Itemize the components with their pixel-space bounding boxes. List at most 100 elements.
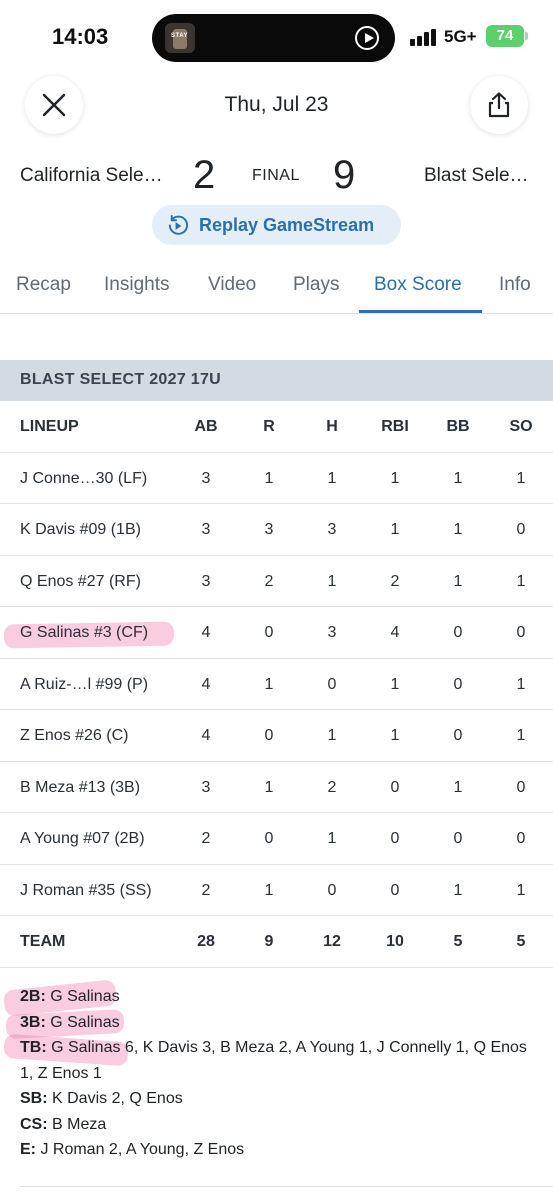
note-label: SB: — [20, 1090, 48, 1107]
replay-icon — [168, 214, 189, 235]
column-header: H — [326, 418, 338, 435]
stat-cell: 1 — [264, 469, 274, 487]
stat-cell: 0 — [453, 675, 463, 693]
stat-cell: 4 — [201, 727, 211, 744]
stat-cell: 0 — [327, 675, 337, 693]
stat-cell: 1 — [453, 469, 463, 487]
note-text: K Davis 2, Q Enos — [47, 1090, 183, 1107]
stat-cell: 0 — [516, 778, 526, 796]
away-team-score: 9 — [333, 153, 356, 197]
share-button[interactable] — [470, 76, 528, 134]
replay-gamestream-label: Replay GameStream — [199, 215, 375, 235]
table-row[interactable]: K Davis #09 (1B) 3 3 3 1 1 0 — [0, 504, 553, 556]
battery-icon: 74 — [486, 25, 528, 47]
dynamic-island[interactable]: STAY — [152, 14, 395, 62]
stat-cell: 1 — [264, 881, 274, 899]
player-name: J Roman #35 (SS) — [20, 881, 152, 899]
stat-cell: 1 — [453, 778, 463, 796]
team-section-title: BLAST SELECT 2027 17U — [20, 371, 222, 388]
note-errors: E: J Roman 2, A Young, Z Enos — [20, 1137, 540, 1163]
note-label: CS: — [20, 1115, 48, 1133]
game-status: FINAL — [252, 167, 300, 184]
stat-cell: 9 — [264, 933, 274, 950]
note-label: E: — [20, 1141, 36, 1158]
stat-cell: 1 — [390, 675, 400, 693]
stat-cell: 2 — [327, 778, 337, 796]
stat-cell: 4 — [201, 624, 211, 641]
stat-cell: 0 — [264, 727, 274, 744]
table-row[interactable]: Q Enos #27 (RF) 3 2 1 2 1 1 — [0, 556, 553, 607]
table-row[interactable]: G Salinas #3 (CF) 4 0 3 4 0 0 — [0, 607, 553, 659]
stat-cell: 4 — [201, 675, 211, 693]
stat-cell: 1 — [516, 881, 526, 899]
stat-cell: 5 — [453, 933, 463, 950]
stat-cell: 3 — [201, 469, 211, 487]
tab-insights[interactable]: Insights — [104, 274, 169, 296]
stat-cell: 1 — [390, 521, 400, 538]
column-header: R — [263, 418, 275, 435]
tab-divider — [0, 313, 553, 314]
team-totals-label: TEAM — [20, 933, 66, 950]
play-icon[interactable] — [355, 26, 379, 50]
table-row[interactable]: J Roman #35 (SS) 2 1 0 0 1 1 — [0, 865, 553, 916]
stat-cell: 1 — [516, 572, 526, 590]
tab-recap[interactable]: Recap — [16, 274, 71, 296]
home-team-score: 2 — [193, 153, 216, 197]
stat-cell: 28 — [197, 933, 215, 950]
team-section-header: BLAST SELECT 2027 17U — [0, 360, 553, 401]
table-row[interactable]: Z Enos #26 (C) 4 0 1 1 0 1 — [0, 710, 553, 762]
team-totals-row: TEAM 28 9 12 10 5 5 — [0, 916, 553, 968]
replay-gamestream-button[interactable]: Replay GameStream — [152, 205, 401, 245]
note-text: G Salinas — [45, 988, 120, 1005]
player-name: Q Enos #27 (RF) — [20, 572, 141, 590]
stat-cell: 1 — [390, 727, 400, 744]
stat-cell: 0 — [264, 624, 274, 641]
status-bar: 14:03 STAY 5G+ 74 — [0, 0, 553, 76]
divider — [20, 1186, 553, 1187]
note-total-bases: TB: G Salinas 6, K Davis 3, B Meza 2, A … — [20, 1035, 540, 1086]
player-name: J Conne…30 (LF) — [20, 469, 148, 487]
stat-cell: 3 — [264, 521, 274, 538]
stat-cell: 4 — [390, 624, 400, 641]
column-header: BB — [446, 418, 470, 435]
column-header: RBI — [381, 418, 409, 435]
stat-cell: 3 — [201, 572, 211, 590]
note-text: B Meza — [47, 1115, 107, 1133]
player-name: A Ruiz-…l #99 (P) — [20, 675, 149, 693]
column-header: SO — [509, 418, 533, 435]
stat-cell: 1 — [327, 572, 337, 590]
stat-cell: 0 — [453, 830, 463, 847]
signal-icon — [410, 28, 438, 46]
tab-info[interactable]: Info — [499, 274, 531, 296]
tab-plays[interactable]: Plays — [293, 274, 339, 296]
player-name: A Young #07 (2B) — [20, 830, 145, 847]
table-row[interactable]: A Ruiz-…l #99 (P) 4 1 0 1 0 1 — [0, 659, 553, 710]
stat-cell: 0 — [453, 727, 463, 744]
stat-cell: 1 — [327, 727, 337, 744]
stat-cell: 1 — [327, 830, 337, 847]
note-text: G Salinas — [45, 1013, 120, 1031]
away-team-name[interactable]: Blast Sele… — [424, 165, 529, 187]
home-team-name[interactable]: California Sele… — [20, 165, 163, 187]
note-label: 3B: — [20, 1013, 46, 1031]
player-name: K Davis #09 (1B) — [20, 521, 141, 538]
table-row[interactable]: A Young #07 (2B) 2 0 1 0 0 0 — [0, 813, 553, 865]
player-name: B Meza #13 (3B) — [20, 778, 141, 796]
stat-cell: 2 — [201, 830, 211, 847]
note-label: TB: — [20, 1039, 47, 1056]
tab-video[interactable]: Video — [208, 274, 256, 296]
note-triples: 3B: G Salinas — [20, 1010, 540, 1036]
stat-cell: 0 — [327, 881, 337, 899]
share-icon — [488, 92, 510, 118]
stat-cell: 1 — [453, 881, 463, 899]
stat-cell: 2 — [264, 572, 274, 590]
status-time: 14:03 — [52, 24, 109, 49]
player-name: G Salinas #3 (CF) — [20, 624, 149, 641]
table-row[interactable]: B Meza #13 (3B) 3 1 2 0 1 0 — [0, 762, 553, 813]
stat-cell: 1 — [516, 469, 526, 487]
stat-cell: 0 — [264, 830, 274, 847]
stat-cell: 0 — [516, 624, 526, 641]
table-row[interactable]: J Conne…30 (LF) 3 1 1 1 1 1 — [0, 453, 553, 504]
stat-cell: 2 — [201, 881, 211, 899]
tab-box-score[interactable]: Box Score — [374, 274, 462, 296]
